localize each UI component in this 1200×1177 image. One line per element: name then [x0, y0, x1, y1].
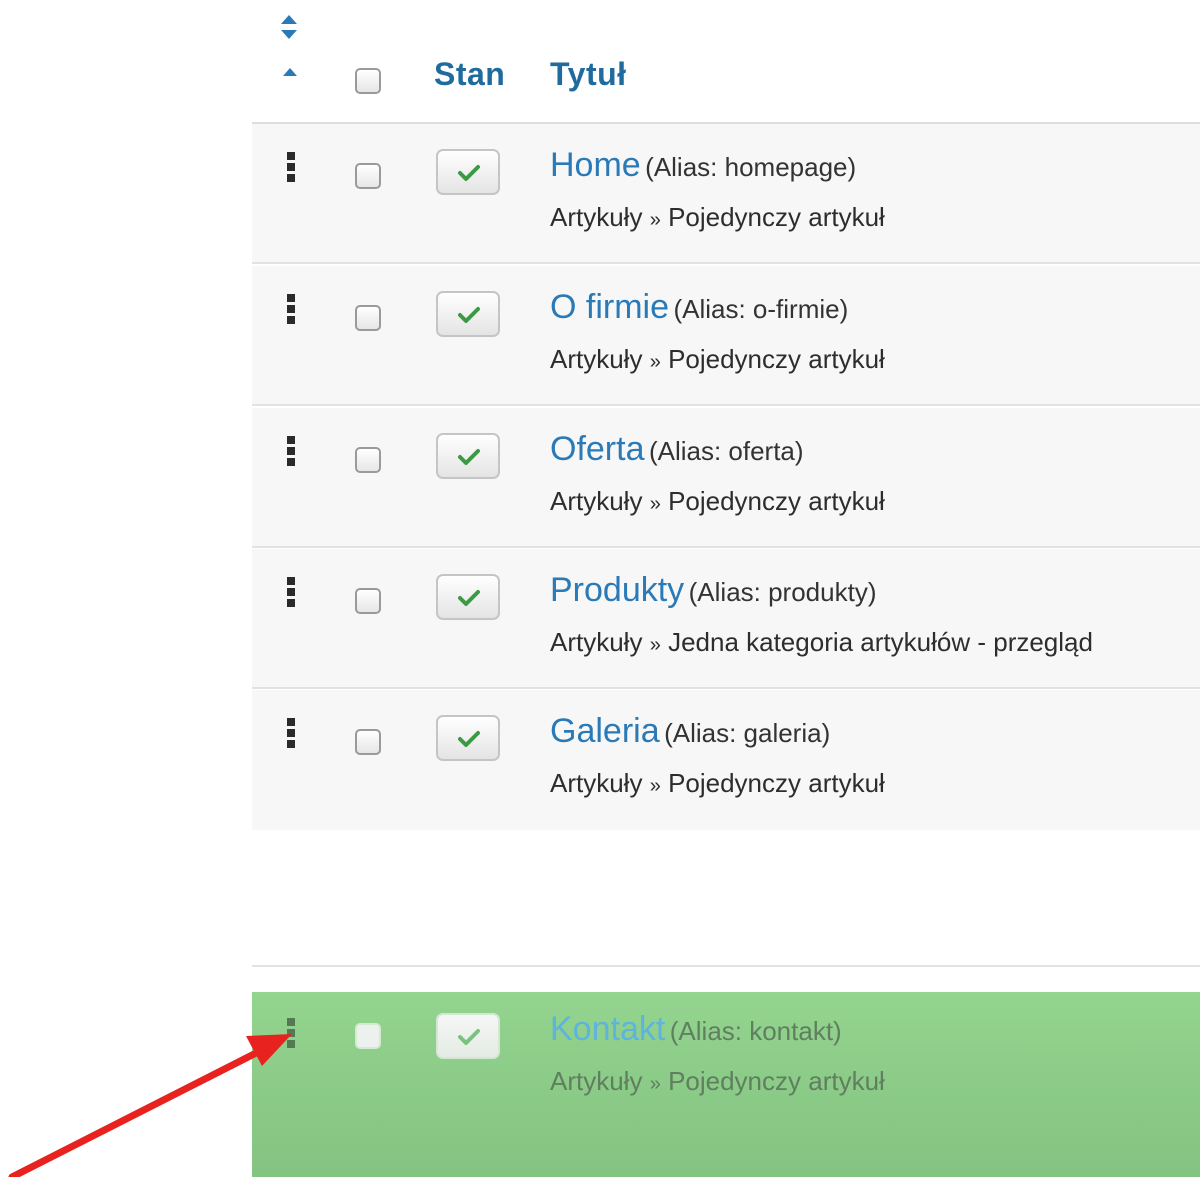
item-alias: (Alias: o-firmie)	[673, 294, 849, 324]
menu-items-manager: Stan Tytuł Home (Alias: homepage) Artyku…	[0, 0, 1200, 1177]
drag-handle-icon[interactable]	[287, 436, 297, 470]
published-toggle-button[interactable]	[436, 149, 500, 195]
item-type: Artykuły » Pojedynczy artykuł	[550, 486, 885, 517]
published-toggle-button[interactable]	[436, 433, 500, 479]
item-title-link[interactable]: Home	[550, 146, 641, 184]
item-alias: (Alias: kontakt)	[669, 1016, 842, 1046]
item-type-prefix: Artykuły	[550, 1066, 643, 1096]
type-separator: »	[649, 351, 661, 373]
checkmark-icon	[458, 165, 480, 181]
table-row: O firmie (Alias: o-firmie) Artykuły » Po…	[252, 266, 1200, 406]
drag-handle-icon[interactable]	[287, 577, 297, 611]
item-type-prefix: Artykuły	[550, 344, 643, 374]
item-alias: (Alias: galeria)	[664, 718, 831, 748]
checkmark-icon	[458, 731, 480, 747]
table-row: Oferta (Alias: oferta) Artykuły » Pojedy…	[252, 408, 1200, 548]
sort-icon[interactable]	[279, 12, 299, 42]
type-separator: »	[649, 634, 661, 656]
row-checkbox[interactable]	[355, 163, 381, 189]
red-arrow-icon	[8, 1034, 292, 1177]
drag-handle-icon[interactable]	[287, 718, 297, 752]
item-type: Artykuły » Pojedynczy artykuł	[550, 202, 885, 233]
row-checkbox[interactable]	[355, 729, 381, 755]
caret-up-icon[interactable]	[281, 66, 299, 78]
title-line: O firmie (Alias: o-firmie)	[550, 288, 848, 327]
drop-placeholder-divider	[252, 965, 1200, 967]
checkmark-icon	[458, 307, 480, 323]
type-separator: »	[649, 209, 661, 231]
item-alias: (Alias: produkty)	[688, 577, 877, 607]
title-line: Kontakt (Alias: kontakt)	[550, 1010, 842, 1049]
title-line: Home (Alias: homepage)	[550, 146, 856, 185]
item-title-link[interactable]: O firmie	[550, 288, 669, 326]
checkmark-icon	[458, 1029, 480, 1045]
row-checkbox[interactable]	[355, 305, 381, 331]
type-separator: »	[649, 775, 661, 797]
dragged-table-row[interactable]: Kontakt (Alias: kontakt) Artykuły » Poje…	[252, 992, 1200, 1177]
item-title-link[interactable]: Produkty	[550, 571, 684, 609]
checkmark-icon	[458, 449, 480, 465]
item-type: Artykuły » Pojedynczy artykuł	[550, 1066, 885, 1097]
table-row: Home (Alias: homepage) Artykuły » Pojedy…	[252, 124, 1200, 264]
checkmark-icon	[458, 590, 480, 606]
menu-items-table: Stan Tytuł Home (Alias: homepage) Artyku…	[252, 0, 1200, 1177]
item-type-prefix: Artykuły	[550, 486, 643, 516]
item-type-prefix: Artykuły	[550, 202, 643, 232]
published-toggle-button[interactable]	[436, 1013, 500, 1059]
item-type-name: Pojedynczy artykuł	[668, 202, 885, 232]
item-type: Artykuły » Pojedynczy artykuł	[550, 344, 885, 375]
item-type-prefix: Artykuły	[550, 768, 643, 798]
item-title-link[interactable]: Galeria	[550, 712, 660, 750]
published-toggle-button[interactable]	[436, 574, 500, 620]
table-header: Stan Tytuł	[252, 0, 1200, 124]
column-header-status[interactable]: Stan	[434, 56, 505, 93]
item-type-name: Pojedynczy artykuł	[668, 486, 885, 516]
select-all-checkbox[interactable]	[355, 68, 381, 94]
item-type: Artykuły » Pojedynczy artykuł	[550, 768, 885, 799]
table-row: Galeria (Alias: galeria) Artykuły » Poje…	[252, 690, 1200, 830]
item-type-prefix: Artykuły	[550, 627, 643, 657]
title-line: Oferta (Alias: oferta)	[550, 430, 804, 469]
item-title-link[interactable]: Kontakt	[550, 1010, 665, 1048]
type-separator: »	[649, 1073, 661, 1095]
item-title-link[interactable]: Oferta	[550, 430, 644, 468]
title-line: Produkty (Alias: produkty)	[550, 571, 876, 610]
item-type-name: Pojedynczy artykuł	[668, 1066, 885, 1096]
item-alias: (Alias: homepage)	[645, 152, 857, 182]
item-type-name: Pojedynczy artykuł	[668, 768, 885, 798]
published-toggle-button[interactable]	[436, 291, 500, 337]
drag-handle-icon[interactable]	[287, 294, 297, 328]
item-alias: (Alias: oferta)	[648, 436, 804, 466]
item-type-name: Jedna kategoria artykułów - przegląd	[668, 627, 1093, 657]
item-type: Artykuły » Jedna kategoria artykułów - p…	[550, 627, 1093, 658]
column-header-title[interactable]: Tytuł	[550, 56, 627, 93]
title-line: Galeria (Alias: galeria)	[550, 712, 830, 751]
row-checkbox[interactable]	[355, 1023, 381, 1049]
item-type-name: Pojedynczy artykuł	[668, 344, 885, 374]
published-toggle-button[interactable]	[436, 715, 500, 761]
table-row: Produkty (Alias: produkty) Artykuły » Je…	[252, 549, 1200, 689]
type-separator: »	[649, 493, 661, 515]
row-checkbox[interactable]	[355, 588, 381, 614]
row-checkbox[interactable]	[355, 447, 381, 473]
drag-handle-icon[interactable]	[287, 152, 297, 186]
